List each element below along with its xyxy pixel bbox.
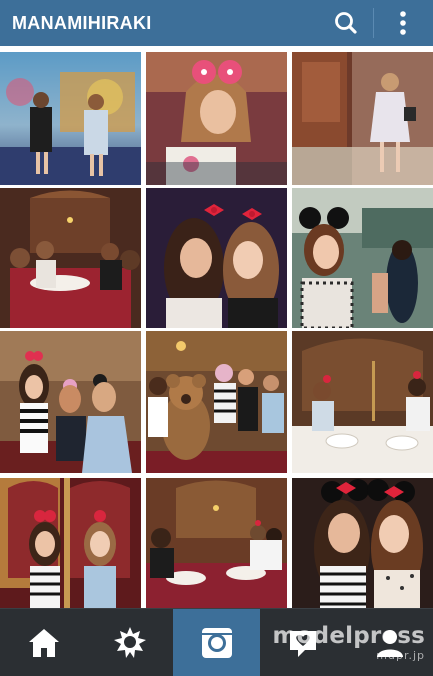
photo-grid: [0, 46, 433, 608]
photo-thumbnail: [292, 331, 433, 473]
photo-thumbnail: [292, 478, 433, 608]
nav-home[interactable]: [0, 609, 87, 676]
explore-icon: [114, 626, 146, 658]
photo-tile[interactable]: [292, 52, 433, 185]
photo-thumbnail: [0, 331, 141, 473]
more-vertical-icon: [400, 11, 406, 35]
photo-thumbnail: [146, 331, 287, 473]
camera-icon: [201, 627, 232, 658]
photo-tile[interactable]: [292, 188, 433, 328]
activity-icon: [290, 630, 316, 657]
photo-tile[interactable]: [0, 52, 141, 185]
photo-tile[interactable]: [146, 188, 287, 328]
photo-tile[interactable]: [0, 331, 141, 473]
photo-tile[interactable]: [146, 478, 287, 608]
photo-tile[interactable]: [292, 331, 433, 473]
more-options-button[interactable]: [389, 8, 417, 38]
photo-tile[interactable]: [146, 52, 287, 185]
bottom-navigation: modelpress mdpr.jp: [0, 608, 433, 676]
nav-camera[interactable]: [173, 609, 260, 676]
home-icon: [28, 628, 59, 657]
photo-thumbnail: [146, 188, 287, 328]
profile-name: MANAMIHIRAKI: [12, 13, 152, 33]
photo-tile[interactable]: [0, 188, 141, 328]
photo-thumbnail: [0, 188, 141, 328]
top-bar: MANAMIHIRAKI: [0, 0, 433, 46]
photo-thumbnail: [292, 188, 433, 328]
photo-thumbnail: [292, 52, 433, 185]
nav-explore[interactable]: [87, 609, 173, 676]
nav-profile[interactable]: [346, 609, 433, 676]
photo-tile[interactable]: [146, 331, 287, 473]
photo-thumbnail: [0, 478, 141, 608]
search-icon: [335, 12, 357, 34]
photo-thumbnail: [0, 52, 141, 185]
photo-thumbnail: [146, 52, 287, 185]
photo-tile[interactable]: [0, 478, 141, 608]
search-button[interactable]: [330, 8, 362, 38]
nav-activity[interactable]: [260, 609, 346, 676]
photo-thumbnail: [146, 478, 287, 608]
top-bar-divider: [373, 8, 374, 38]
profile-icon: [376, 629, 403, 657]
photo-tile[interactable]: [292, 478, 433, 608]
